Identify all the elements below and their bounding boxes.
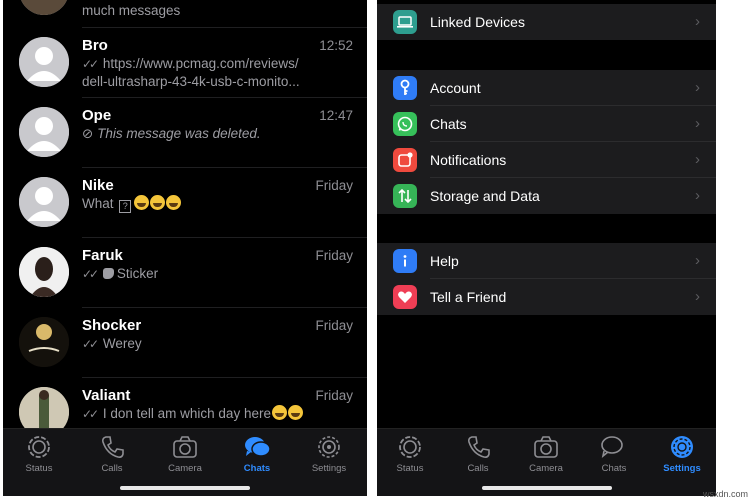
camera-icon (173, 436, 197, 458)
settings-group-devices: Linked Devices › (377, 4, 716, 40)
double-check-icon: ✓✓ (82, 267, 99, 281)
tab-chats[interactable]: Chats (584, 434, 644, 474)
chevron-right-icon: › (695, 151, 700, 168)
home-indicator (481, 486, 612, 490)
tab-status[interactable]: Status (380, 434, 440, 474)
chat-row-faruk[interactable]: Faruk Friday ✓✓ Sticker (3, 238, 367, 308)
tab-calls[interactable]: Calls (448, 434, 508, 474)
chat-name: Shocker (82, 317, 142, 334)
tab-calls[interactable]: Calls (82, 434, 142, 474)
storage-icon (393, 184, 417, 208)
chevron-right-icon: › (695, 187, 700, 204)
chevron-right-icon: › (695, 13, 700, 30)
settings-item-storage-data[interactable]: Storage and Data › (377, 178, 716, 214)
avatar (19, 247, 69, 297)
settings-item-help[interactable]: Help › (377, 243, 716, 279)
phone-icon (468, 436, 490, 458)
tab-settings[interactable]: Settings (299, 434, 359, 474)
chat-name: Bro (82, 37, 108, 54)
whatsapp-icon (393, 112, 417, 136)
chat-name: Nike (82, 177, 114, 194)
double-check-icon: ✓✓ (82, 407, 99, 421)
laughing-emoji-icon (150, 195, 166, 210)
chat-time: Friday (315, 318, 353, 333)
chevron-right-icon: › (695, 252, 700, 269)
chat-preview: ✓✓ I don tell am which day here (82, 405, 354, 423)
settings-screen: Linked Devices › Account › Chats › Notif… (377, 0, 716, 496)
double-check-icon: ✓✓ (82, 57, 99, 71)
info-icon (393, 249, 417, 273)
status-icon (28, 436, 50, 458)
sticker-icon (102, 268, 114, 279)
chat-time: Friday (315, 248, 353, 263)
blocked-icon: ⊘ (82, 126, 94, 141)
chevron-right-icon: › (695, 79, 700, 96)
chat-name: Ope (82, 107, 112, 124)
tab-bar: Status Calls Camera Chats Settings (3, 428, 367, 496)
chat-preview: much messages (82, 3, 181, 18)
status-icon (399, 436, 421, 458)
chat-row-ope[interactable]: Ope 12:47 ⊘ This message was deleted. (3, 98, 367, 168)
tab-camera[interactable]: Camera (516, 434, 576, 474)
settings-item-account[interactable]: Account › (377, 70, 716, 106)
gear-icon (671, 436, 693, 458)
chats-screen: much messages Bro 12:52 ✓✓ https://www.p… (3, 0, 367, 496)
chat-preview: ✓✓ https://www.pcmag.com/reviews/ dell-u… (82, 56, 300, 89)
chat-time: 12:47 (319, 108, 353, 123)
avatar (19, 0, 69, 15)
settings-group-main: Account › Chats › Notifications › Storag… (377, 70, 716, 214)
avatar (19, 177, 69, 227)
chat-list[interactable]: much messages Bro 12:52 ✓✓ https://www.p… (3, 0, 367, 428)
settings-item-notifications[interactable]: Notifications › (377, 142, 716, 178)
chats-icon (601, 436, 623, 458)
avatar (19, 387, 69, 428)
laughing-emoji-icon (287, 405, 303, 420)
chat-row-nike[interactable]: Nike Friday What ? (3, 168, 367, 238)
chat-time: Friday (315, 388, 353, 403)
settings-item-chats[interactable]: Chats › (377, 106, 716, 142)
chat-row-bro[interactable]: Bro 12:52 ✓✓ https://www.pcmag.com/revie… (3, 28, 367, 98)
chat-time: Friday (315, 178, 353, 193)
home-indicator (120, 486, 250, 490)
key-icon (393, 76, 417, 100)
chat-row-shocker[interactable]: Shocker Friday ✓✓ Werey (3, 308, 367, 378)
avatar (19, 317, 69, 367)
gear-icon (318, 436, 340, 458)
tab-camera[interactable]: Camera (155, 434, 215, 474)
heart-icon (393, 285, 417, 309)
chat-row-partial[interactable]: much messages (3, 0, 367, 28)
camera-icon (534, 436, 558, 458)
chats-icon (245, 437, 271, 457)
chevron-right-icon: › (695, 115, 700, 132)
avatar (19, 107, 69, 157)
tab-bar: Status Calls Camera Chats Settings (377, 428, 716, 496)
notification-icon (393, 148, 417, 172)
laughing-emoji-icon (134, 195, 150, 210)
chat-name: Faruk (82, 247, 123, 264)
unknown-glyph: ? (119, 200, 132, 213)
settings-item-tell-a-friend[interactable]: Tell a Friend › (377, 279, 716, 315)
chat-preview: ✓✓ Sticker (82, 266, 159, 281)
chat-time: 12:52 (319, 38, 353, 53)
watermark: wsxdn.com (702, 489, 748, 499)
chat-name: Valiant (82, 387, 131, 404)
chat-row-valiant[interactable]: Valiant Friday ✓✓ I don tell am which da… (3, 378, 367, 428)
phone-icon (102, 436, 124, 458)
tab-settings[interactable]: Settings (652, 434, 712, 474)
settings-group-support: Help › Tell a Friend › (377, 243, 716, 315)
double-check-icon: ✓✓ (82, 337, 99, 351)
tab-chats[interactable]: Chats (227, 434, 287, 474)
chevron-right-icon: › (695, 288, 700, 305)
laptop-icon (393, 10, 417, 34)
chat-preview: What ? (82, 195, 354, 213)
chat-preview: ✓✓ Werey (82, 336, 142, 351)
laughing-emoji-icon (271, 405, 287, 420)
laughing-emoji-icon (166, 195, 182, 210)
chat-preview: ⊘ This message was deleted. (82, 126, 261, 141)
settings-item-linked-devices[interactable]: Linked Devices › (377, 4, 716, 40)
avatar (19, 37, 69, 87)
tab-status[interactable]: Status (9, 434, 69, 474)
